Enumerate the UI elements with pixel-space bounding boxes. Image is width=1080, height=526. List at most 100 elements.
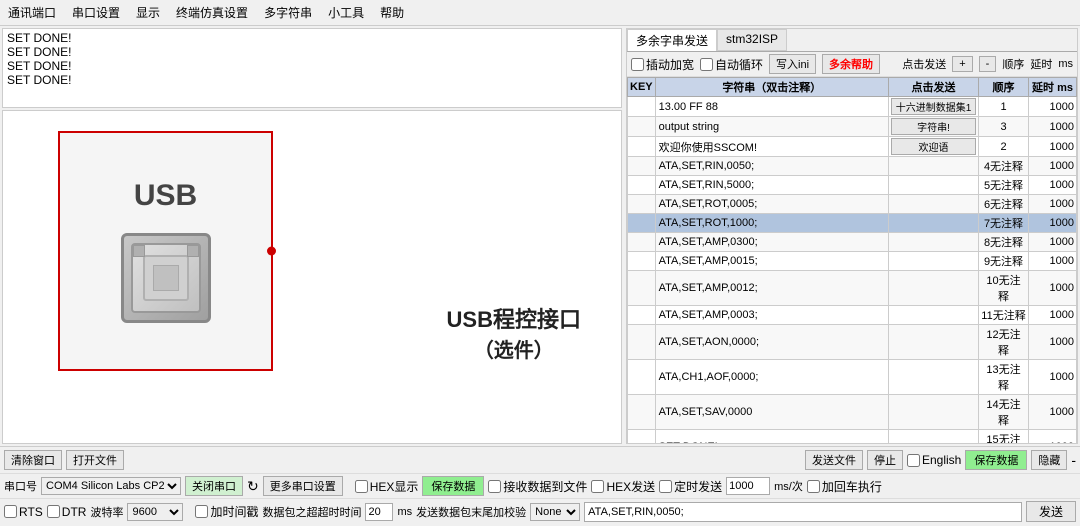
table-row[interactable]: ATA,CH1,AOF,0000;13无注释1000 <box>628 360 1077 395</box>
send-cell[interactable] <box>889 271 979 306</box>
loop-label[interactable]: 自动循环 <box>700 56 763 73</box>
menu-terminal[interactable]: 终端仿真设置 <box>172 2 252 23</box>
add-cr-checkbox[interactable] <box>807 480 820 493</box>
string-cell[interactable]: SET DONE! <box>655 430 888 444</box>
string-cell[interactable]: ATA,SET,SAV,0000 <box>655 395 888 430</box>
string-cell[interactable]: ATA,SET,AMP,0015; <box>655 252 888 271</box>
string-cell[interactable]: ATA,SET,AMP,0300; <box>655 233 888 252</box>
string-cell[interactable]: ATA,SET,ROT,1000; <box>655 214 888 233</box>
string-cell[interactable]: ATA,SET,AON,0000; <box>655 325 888 360</box>
table-row[interactable]: ATA,SET,AMP,0015;9无注释1000 <box>628 252 1077 271</box>
table-row[interactable]: ATA,SET,AMP,0012;10无注释1000 <box>628 271 1077 306</box>
table-row[interactable]: ATA,SET,AMP,0300;8无注释1000 <box>628 233 1077 252</box>
more-settings-btn[interactable]: 更多串口设置 <box>263 476 343 496</box>
timed-value-input[interactable] <box>726 477 770 495</box>
minus-btn[interactable]: - <box>979 56 997 72</box>
dtr-label[interactable]: DTR <box>47 505 87 519</box>
send-cell[interactable]: 欢迎语 <box>889 137 979 157</box>
save-data-btn[interactable]: 保存数据 <box>965 450 1027 470</box>
ini-btn[interactable]: 写入ini <box>769 54 816 74</box>
table-row[interactable]: ATA,SET,SAV,000014无注释1000 <box>628 395 1077 430</box>
packet-select[interactable]: None <box>530 503 580 521</box>
string-cell[interactable]: ATA,SET,RIN,0050; <box>655 157 888 176</box>
send-cell[interactable]: 字符串! <box>889 117 979 137</box>
serial-input[interactable] <box>584 502 1022 522</box>
string-cell[interactable]: ATA,SET,ROT,0005; <box>655 195 888 214</box>
menu-help[interactable]: 帮助 <box>376 2 408 23</box>
table-row[interactable]: ATA,SET,RIN,0050;4无注释1000 <box>628 157 1077 176</box>
send-cell[interactable] <box>889 195 979 214</box>
table-row[interactable]: 欢迎你使用SSCOM!欢迎语21000 <box>628 137 1077 157</box>
table-row[interactable]: output string字符串!31000 <box>628 117 1077 137</box>
rts-label[interactable]: RTS <box>4 505 43 519</box>
rts-checkbox[interactable] <box>4 505 17 518</box>
send-cell[interactable] <box>889 157 979 176</box>
menu-multistr[interactable]: 多字符串 <box>260 2 316 23</box>
english-label[interactable]: English <box>907 453 961 467</box>
send-row-btn[interactable]: 十六进制数据集1 <box>891 98 976 115</box>
hex-display-label[interactable]: HEX显示 <box>355 478 419 495</box>
menu-serial[interactable]: 串口设置 <box>68 2 124 23</box>
help-btn[interactable]: 多余帮助 <box>822 54 880 74</box>
close-serial-btn[interactable]: 关闭串口 <box>185 476 243 496</box>
string-cell[interactable]: ATA,SET,AMP,0003; <box>655 306 888 325</box>
send-file-btn[interactable]: 发送文件 <box>805 450 863 470</box>
table-row[interactable]: ATA,SET,RIN,5000;5无注释1000 <box>628 176 1077 195</box>
addon-checkbox[interactable] <box>631 58 644 71</box>
timed-checkbox[interactable] <box>659 480 672 493</box>
interval-checkbox[interactable] <box>195 505 208 518</box>
menubar[interactable]: 通讯端口 串口设置 显示 终端仿真设置 多字符串 小工具 帮助 <box>0 0 1080 26</box>
send-cell[interactable] <box>889 176 979 195</box>
table-row[interactable]: ATA,SET,ROT,0005;6无注释1000 <box>628 195 1077 214</box>
tab-stm32isp[interactable]: stm32ISP <box>717 29 787 51</box>
send-cell[interactable] <box>889 395 979 430</box>
interval-label[interactable]: 加时间戳 <box>195 503 258 520</box>
hide-btn[interactable]: 隐藏 <box>1031 450 1067 470</box>
add-cr-label[interactable]: 加回车执行 <box>807 478 882 495</box>
table-row[interactable]: ATA,SET,ROT,1000;7无注释1000 <box>628 214 1077 233</box>
hex-send-label[interactable]: HEX发送 <box>591 478 655 495</box>
menu-tools[interactable]: 小工具 <box>324 2 368 23</box>
baud-select[interactable]: 9600 <box>127 503 183 521</box>
send-cell[interactable] <box>889 325 979 360</box>
send-cell[interactable] <box>889 214 979 233</box>
send-cell[interactable]: 十六进制数据集1 <box>889 97 979 117</box>
tab-multistring[interactable]: 多余字串发送 <box>627 29 717 51</box>
open-btn[interactable]: 打开文件 <box>66 450 124 470</box>
string-cell[interactable]: output string <box>655 117 888 137</box>
clear-btn[interactable]: 清除窗口 <box>4 450 62 470</box>
english-checkbox[interactable] <box>907 454 920 467</box>
send-row-btn[interactable]: 字符串! <box>891 118 976 135</box>
send-btn[interactable]: 发送 <box>1026 501 1076 522</box>
timed-send-label[interactable]: 定时发送 <box>659 478 722 495</box>
hex-send-checkbox[interactable] <box>591 480 604 493</box>
table-row[interactable]: 13.00 FF 88十六进制数据集111000 <box>628 97 1077 117</box>
string-cell[interactable]: ATA,CH1,AOF,0000; <box>655 360 888 395</box>
menu-com[interactable]: 通讯端口 <box>4 2 60 23</box>
table-row[interactable]: SET DONE!15无注释1000 <box>628 430 1077 444</box>
send-cell[interactable] <box>889 233 979 252</box>
string-cell[interactable]: 13.00 FF 88 <box>655 97 888 117</box>
save-data-btn2[interactable]: 保存数据 <box>422 476 484 496</box>
menu-display[interactable]: 显示 <box>132 2 164 23</box>
string-cell[interactable]: ATA,SET,RIN,5000; <box>655 176 888 195</box>
stop-btn[interactable]: 停止 <box>867 450 903 470</box>
hex-display-checkbox[interactable] <box>355 480 368 493</box>
loop-checkbox[interactable] <box>700 58 713 71</box>
interval-value-input[interactable] <box>365 503 393 521</box>
plus-btn[interactable]: + <box>952 56 972 72</box>
port-select[interactable]: COM4 Silicon Labs CP210x U... <box>41 477 181 495</box>
send-cell[interactable] <box>889 430 979 444</box>
recv-to-file-label[interactable]: 接收数据到文件 <box>488 478 587 495</box>
recv-checkbox[interactable] <box>488 480 501 493</box>
send-cell[interactable] <box>889 252 979 271</box>
string-cell[interactable]: ATA,SET,AMP,0012; <box>655 271 888 306</box>
string-cell[interactable]: 欢迎你使用SSCOM! <box>655 137 888 157</box>
addon-label[interactable]: 插动加宽 <box>631 56 694 73</box>
send-row-btn[interactable]: 欢迎语 <box>891 138 976 155</box>
send-cell[interactable] <box>889 306 979 325</box>
table-row[interactable]: ATA,SET,AMP,0003;11无注释1000 <box>628 306 1077 325</box>
table-row[interactable]: ATA,SET,AON,0000;12无注释1000 <box>628 325 1077 360</box>
dtr-checkbox[interactable] <box>47 505 60 518</box>
send-cell[interactable] <box>889 360 979 395</box>
